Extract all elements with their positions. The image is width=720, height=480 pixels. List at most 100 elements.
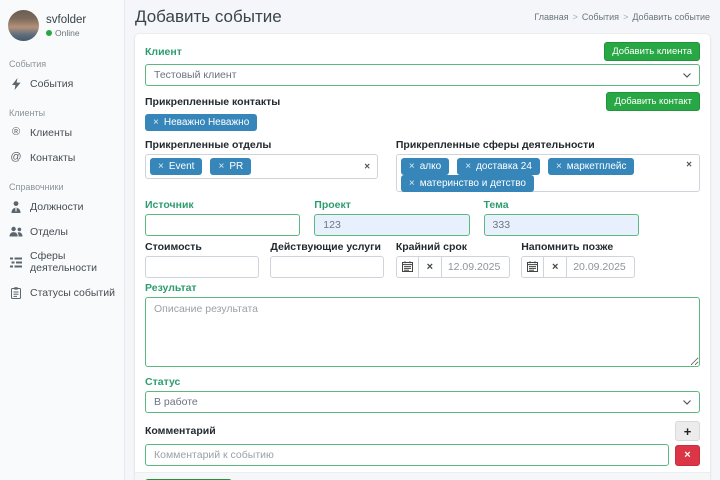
tag-label: материнство и детство bbox=[419, 178, 526, 189]
user-panel[interactable]: svfolder Online bbox=[8, 8, 116, 47]
department-tag[interactable]: × Event bbox=[150, 158, 203, 175]
tag-remove-icon[interactable]: × bbox=[465, 161, 471, 172]
project-input[interactable] bbox=[314, 214, 470, 236]
client-group: Клиент Добавить клиента Тестовый клиент bbox=[145, 42, 700, 86]
online-dot-icon bbox=[46, 29, 52, 36]
sidebar-item-contacts[interactable]: @ Контакты bbox=[8, 145, 116, 170]
departments-multiselect[interactable]: × Event × PR × bbox=[145, 154, 379, 179]
sidebar-item-label: События bbox=[30, 77, 74, 90]
services-label: Действующие услуги bbox=[270, 241, 381, 253]
sidebar-item-events[interactable]: События bbox=[8, 71, 116, 96]
sidebar-item-departments[interactable]: Отделы bbox=[8, 219, 116, 244]
deadline-clear-button[interactable]: × bbox=[418, 256, 442, 278]
tag-remove-icon[interactable]: × bbox=[158, 161, 164, 172]
cost-group: Стоимость bbox=[145, 241, 259, 278]
contacts-group: Прикрепленные контакты Добавить контакт … bbox=[145, 92, 700, 131]
deadline-label: Крайний срок bbox=[395, 241, 468, 253]
calendar-icon bbox=[527, 260, 539, 275]
sidebar-item-spheres[interactable]: Сферы деятельности bbox=[8, 244, 116, 280]
tag-label: доставка 24 bbox=[476, 161, 532, 172]
result-group: Результат bbox=[145, 282, 700, 370]
list-icon bbox=[9, 256, 23, 269]
result-textarea[interactable] bbox=[145, 297, 700, 367]
tag-remove-icon[interactable]: × bbox=[409, 161, 415, 172]
deadline-group: Крайний срок × bbox=[395, 241, 510, 278]
tag-label: алко bbox=[419, 161, 442, 172]
breadcrumb-home[interactable]: Главная bbox=[534, 12, 568, 22]
status-group: Статус В работе bbox=[145, 376, 700, 413]
tag-remove-icon[interactable]: × bbox=[153, 117, 159, 128]
source-input[interactable] bbox=[145, 214, 301, 236]
sidebar-item-label: Статусы событий bbox=[30, 286, 115, 299]
tag-remove-icon[interactable]: × bbox=[556, 161, 562, 172]
card-footer: Сохранить bbox=[135, 472, 710, 480]
sidebar-item-positions[interactable]: Должности bbox=[8, 194, 116, 219]
deadline-calendar-button[interactable] bbox=[395, 256, 419, 278]
breadcrumb: Главная > События > Добавить событие bbox=[534, 12, 710, 22]
deadline-input[interactable] bbox=[441, 256, 510, 278]
clear-icon[interactable]: × bbox=[364, 161, 370, 172]
add-client-button[interactable]: Добавить клиента bbox=[604, 42, 700, 61]
remind-input[interactable] bbox=[567, 256, 635, 278]
clear-icon: × bbox=[552, 261, 559, 273]
registered-icon: ® bbox=[11, 126, 21, 138]
user-tie-icon bbox=[9, 200, 23, 213]
source-label: Источник bbox=[145, 199, 194, 211]
chevron-down-icon bbox=[683, 69, 691, 81]
remind-group: Напомнить позже × bbox=[521, 241, 635, 278]
sphere-tag[interactable]: × материнство и детство bbox=[400, 175, 534, 192]
comment-input[interactable] bbox=[145, 444, 669, 466]
theme-input[interactable] bbox=[483, 214, 639, 236]
add-event-card: Клиент Добавить клиента Тестовый клиент … bbox=[135, 34, 710, 480]
source-project-theme-row: Источник Проект Тема bbox=[145, 199, 700, 236]
comment-label: Комментарий bbox=[145, 425, 216, 437]
breadcrumb-events[interactable]: События bbox=[582, 12, 619, 22]
main-content: Добавить событие Главная > События > Доб… bbox=[125, 0, 720, 480]
calendar-icon bbox=[401, 260, 413, 275]
clear-icon[interactable]: × bbox=[686, 160, 692, 171]
add-contact-button[interactable]: Добавить контакт bbox=[606, 92, 700, 111]
nav-section-events: События bbox=[9, 59, 47, 69]
contacts-label: Прикрепленные контакты bbox=[145, 95, 281, 108]
services-input[interactable] bbox=[270, 256, 385, 278]
remind-calendar-button[interactable] bbox=[521, 256, 545, 278]
tag-label: маркетплейс bbox=[566, 161, 627, 172]
comment-group: Комментарий + × bbox=[145, 421, 700, 466]
clear-icon: × bbox=[426, 261, 434, 273]
add-event-form: Клиент Добавить клиента Тестовый клиент … bbox=[135, 34, 710, 472]
sphere-tag[interactable]: × алко bbox=[400, 158, 450, 175]
remind-label: Напомнить позже bbox=[521, 241, 614, 253]
contact-tag[interactable]: × Неважно Неважно bbox=[145, 114, 258, 131]
client-select[interactable]: Тестовый клиент bbox=[145, 64, 700, 86]
sidebar-item-event-statuses[interactable]: Статусы событий bbox=[8, 280, 116, 305]
project-label: Проект bbox=[314, 199, 351, 211]
tag-remove-icon[interactable]: × bbox=[218, 161, 224, 172]
result-label: Результат bbox=[145, 282, 197, 294]
sphere-tag[interactable]: × доставка 24 bbox=[457, 158, 540, 175]
client-label: Клиент bbox=[145, 45, 182, 58]
sidebar: svfolder Online События События Клиенты … bbox=[0, 0, 125, 480]
remind-clear-button[interactable]: × bbox=[544, 256, 568, 278]
project-group: Проект bbox=[314, 199, 470, 236]
content-header: Добавить событие Главная > События > Доб… bbox=[125, 0, 720, 32]
user-name: svfolder bbox=[46, 13, 87, 26]
app-window: svfolder Online События События Клиенты … bbox=[0, 0, 720, 480]
add-comment-button[interactable]: + bbox=[675, 421, 700, 441]
sphere-tag[interactable]: × маркетплейс bbox=[547, 158, 635, 175]
breadcrumb-current: Добавить событие bbox=[632, 12, 710, 22]
spheres-multiselect[interactable]: × алко × доставка 24 × маркетплейс × материн… bbox=[395, 154, 700, 192]
cost-input[interactable] bbox=[145, 256, 259, 278]
department-tag[interactable]: × PR bbox=[210, 158, 252, 175]
sidebar-item-label: Должности bbox=[30, 200, 84, 213]
cost-services-dates-row: Стоимость Действующие услуги Крайний сро… bbox=[145, 241, 700, 278]
source-group: Источник bbox=[145, 199, 301, 236]
clipboard-icon bbox=[9, 286, 23, 299]
tag-label: Event bbox=[168, 161, 195, 172]
breadcrumb-separator: > bbox=[572, 12, 578, 22]
tag-remove-icon[interactable]: × bbox=[409, 178, 415, 189]
status-select[interactable]: В работе bbox=[145, 391, 700, 413]
sidebar-item-clients[interactable]: ® Клиенты bbox=[8, 120, 116, 145]
remove-comment-button[interactable]: × bbox=[675, 444, 700, 466]
theme-label: Тема bbox=[483, 199, 509, 211]
users-icon bbox=[9, 225, 23, 238]
